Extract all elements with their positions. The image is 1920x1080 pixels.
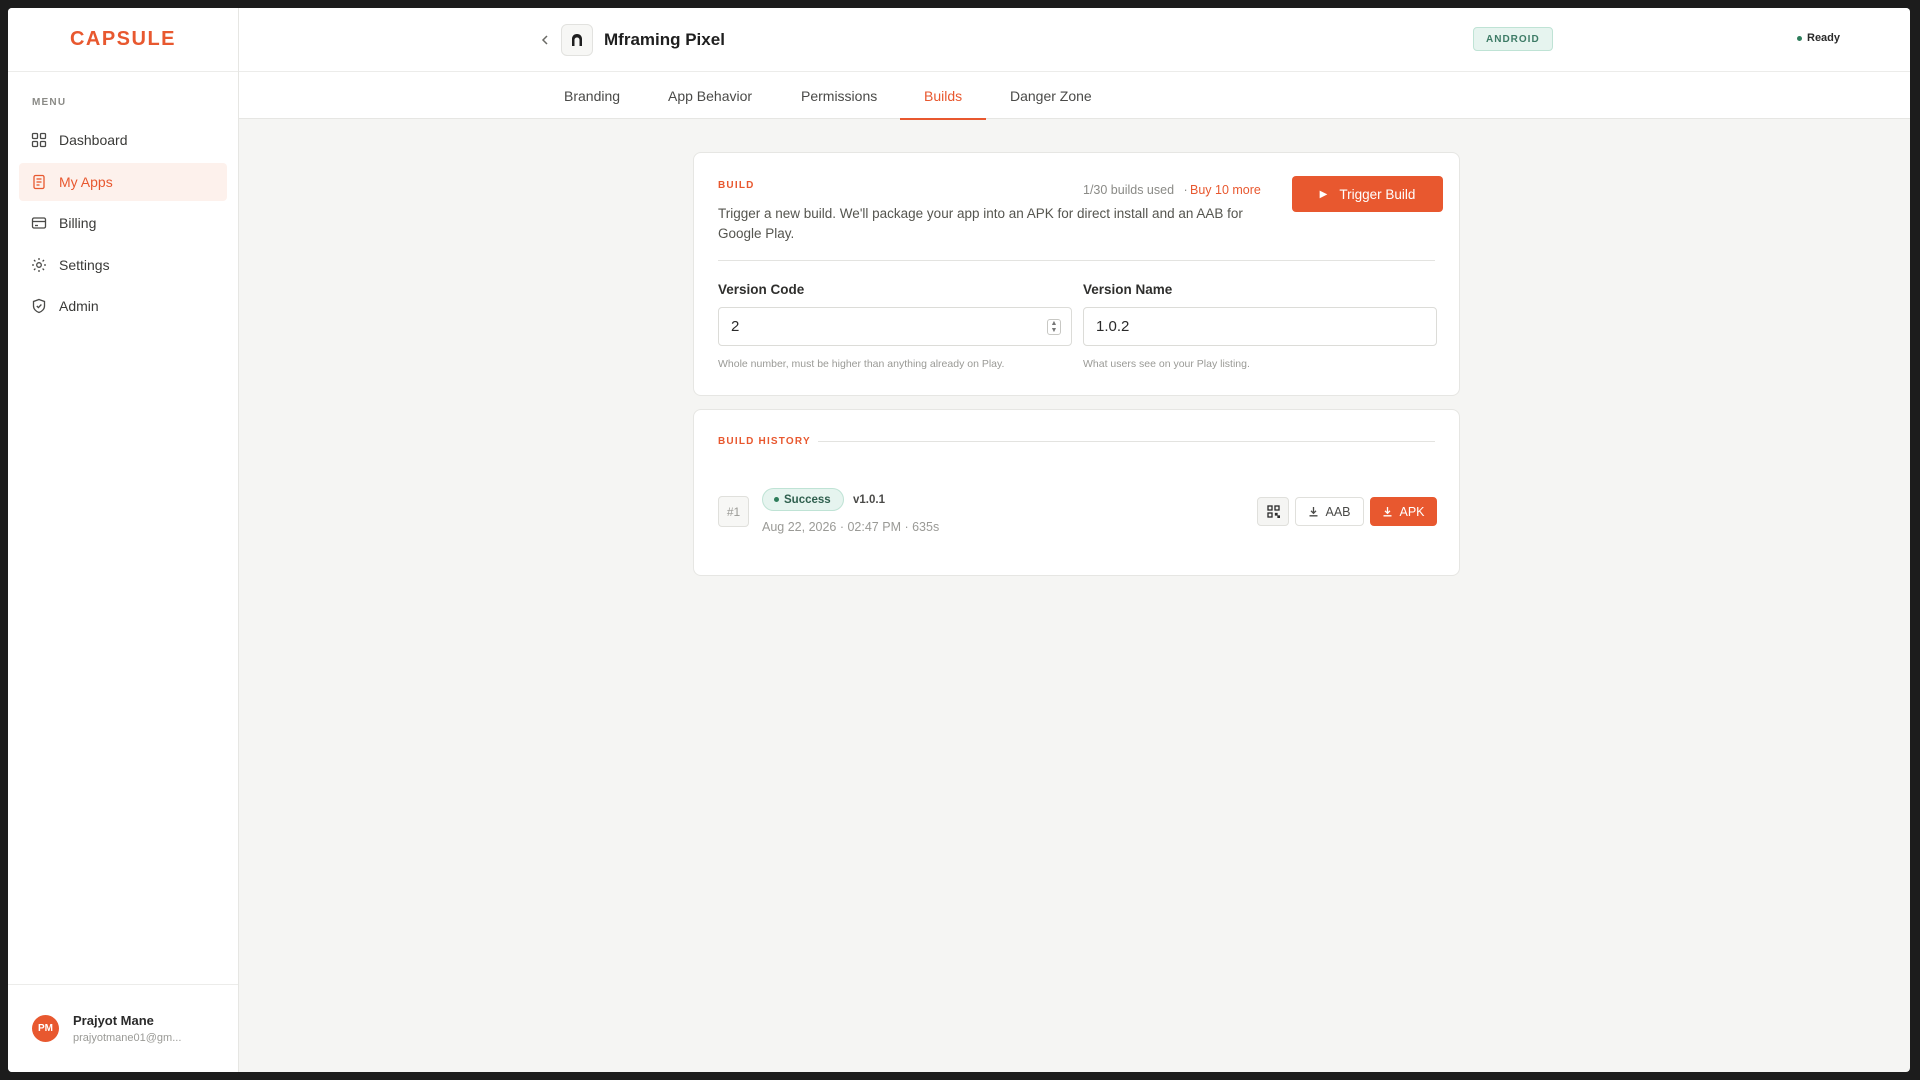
version-code-value: 2 <box>731 318 740 335</box>
sidebar-nav: Dashboard My Apps Billing Settings Admin <box>19 121 227 329</box>
user-email: prajyotmane01@gm... <box>73 1032 182 1044</box>
history-section-label: BUILD HISTORY <box>718 436 811 447</box>
app-header: Mframing Pixel ANDROID Ready <box>239 8 1910 72</box>
buy-more-link[interactable]: Buy 10 more <box>1190 183 1261 197</box>
download-apk-button[interactable]: APK <box>1370 497 1437 526</box>
build-usage: 1/30 builds used · <box>1083 183 1188 197</box>
gear-icon <box>31 257 47 273</box>
build-card: BUILD Trigger a new build. We'll package… <box>693 152 1460 396</box>
build-description: Trigger a new build. We'll package your … <box>718 206 1243 241</box>
brand-name: CAPSULE <box>69 28 177 50</box>
sidebar-item-billing[interactable]: Billing <box>19 204 227 242</box>
card-icon <box>31 215 47 231</box>
tab-branding[interactable]: Branding <box>564 72 620 119</box>
build-version: v1.0.1 <box>853 494 885 506</box>
chevron-left-icon <box>541 35 548 45</box>
divider <box>718 260 1435 261</box>
app-window: CAPSULE MENU Dashboard My Apps Billing S… <box>8 8 1910 1072</box>
version-name-label: Version Name <box>1083 282 1173 297</box>
user-profile[interactable]: PM Prajyot Mane prajyotmane01@gm... <box>8 984 238 1072</box>
trigger-build-button[interactable]: ▶ Trigger Build <box>1292 176 1443 212</box>
sidebar-item-label: My Apps <box>59 173 113 190</box>
status-badge-label: Success <box>784 493 831 506</box>
tab-builds[interactable]: Builds <box>899 72 987 120</box>
sidebar-item-label: Settings <box>59 256 110 273</box>
menu-label: MENU <box>32 97 67 108</box>
platform-badge: ANDROID <box>1473 27 1553 51</box>
aab-label: AAB <box>1325 504 1351 519</box>
brand-logo[interactable]: CAPSULE <box>8 8 238 72</box>
app-icon <box>561 24 593 56</box>
build-meta: Aug 22, 2026 · 02:47 PM · 635s <box>762 520 940 534</box>
usage-separator: · <box>1183 183 1188 197</box>
build-history-card: BUILD HISTORY #1 Success v1.0.1 Aug 22, … <box>693 409 1460 576</box>
status-badge: Success <box>762 488 844 511</box>
status-dot-icon <box>774 497 779 502</box>
page-title: Mframing Pixel <box>604 30 725 49</box>
app-logo-icon <box>572 34 582 46</box>
download-aab-button[interactable]: AAB <box>1295 497 1364 526</box>
version-code-hint: Whole number, must be higher than anythi… <box>718 358 1005 370</box>
status-indicator: Ready <box>1797 32 1840 44</box>
user-name: Prajyot Mane <box>73 1013 154 1028</box>
divider <box>818 441 1435 442</box>
build-section-label: BUILD <box>718 180 755 191</box>
avatar: PM <box>32 1015 59 1042</box>
sidebar-item-label: Billing <box>59 215 97 231</box>
apk-label: APK <box>1399 504 1425 519</box>
stepper-icon[interactable]: ▲ ▼ <box>1047 319 1061 335</box>
version-name-hint: What users see on your Play listing. <box>1083 358 1250 370</box>
build-usage-text: 1/30 builds used <box>1083 183 1175 197</box>
tab-app-behavior[interactable]: App Behavior <box>668 72 752 119</box>
trigger-build-label: Trigger Build <box>1339 186 1416 202</box>
grid-icon <box>31 132 47 148</box>
status-text: Ready <box>1807 32 1841 44</box>
version-code-field[interactable]: 2 ▲ ▼ <box>718 307 1072 346</box>
tab-permissions[interactable]: Permissions <box>801 72 877 119</box>
version-name-field[interactable]: 1.0.2 <box>1083 307 1437 346</box>
version-code-label: Version Code <box>718 282 805 297</box>
play-icon: ▶ <box>1319 188 1328 200</box>
document-icon <box>31 174 47 190</box>
shield-icon <box>31 298 47 314</box>
version-name-value: 1.0.2 <box>1096 318 1130 335</box>
sidebar-item-label: Admin <box>59 298 99 314</box>
sidebar-item-admin[interactable]: Admin <box>19 287 227 325</box>
tab-bar: Branding App Behavior Permissions Builds… <box>239 72 1910 120</box>
download-icon <box>1308 506 1319 517</box>
tab-danger-zone[interactable]: Danger Zone <box>1010 72 1092 119</box>
qr-code-icon <box>1266 505 1280 518</box>
sidebar-item-label: Dashboard <box>59 132 128 148</box>
back-button[interactable] <box>535 30 555 50</box>
build-number: #1 <box>718 496 749 527</box>
sidebar-item-settings[interactable]: Settings <box>19 246 227 284</box>
status-dot-icon <box>1797 35 1802 41</box>
sidebar-item-dashboard[interactable]: Dashboard <box>19 121 227 159</box>
sidebar-item-my-apps[interactable]: My Apps <box>19 162 227 201</box>
qr-code-button[interactable] <box>1257 497 1289 526</box>
download-icon <box>1382 506 1393 517</box>
sidebar: CAPSULE MENU Dashboard My Apps Billing S… <box>8 8 239 1072</box>
